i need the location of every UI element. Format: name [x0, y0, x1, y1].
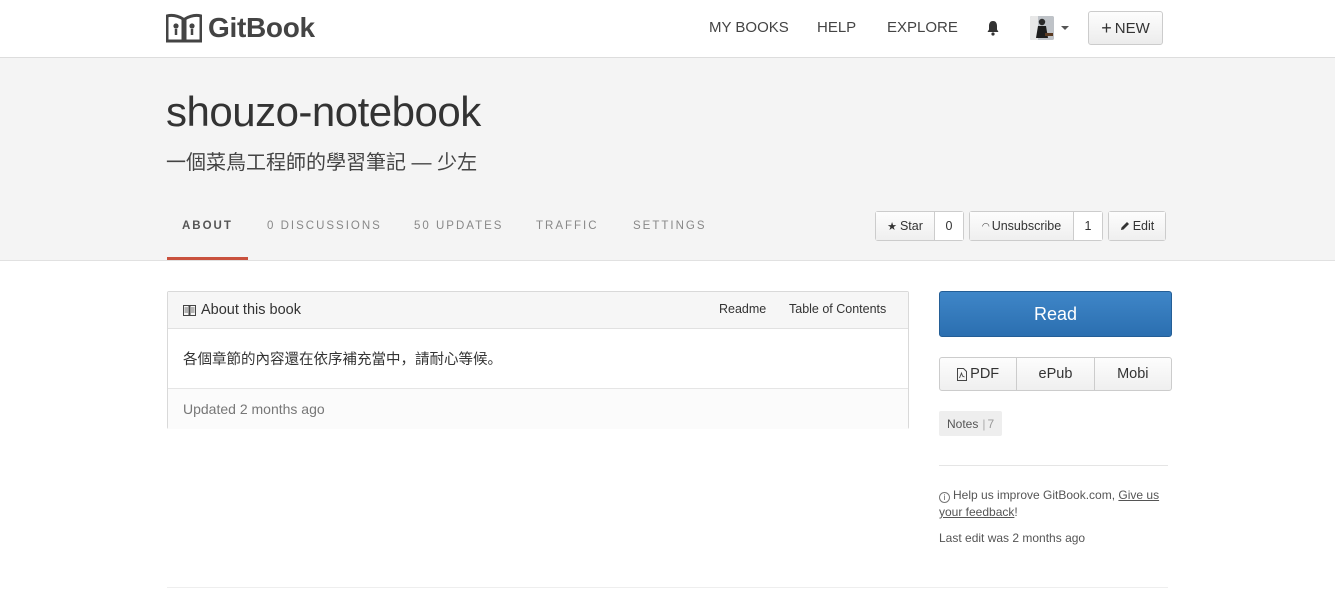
tab-about[interactable]: ABOUT: [182, 220, 233, 232]
about-panel-footer: Updated 2 months ago: [168, 388, 908, 429]
tab-settings[interactable]: SETTINGS: [633, 220, 707, 232]
star-icon: ★: [887, 220, 897, 233]
gitbook-logo-icon: [166, 13, 202, 43]
star-count[interactable]: 0: [935, 212, 963, 240]
updated-time: Updated 2 months ago: [183, 401, 325, 417]
about-title-text: About this book: [201, 302, 301, 318]
edit-button-group: Edit: [1108, 211, 1166, 241]
feedback-end: !: [1014, 505, 1018, 519]
bell-icon[interactable]: [986, 20, 1000, 36]
download-pdf-button[interactable]: PDF: [940, 358, 1018, 390]
tab-traffic[interactable]: TRAFFIC: [536, 220, 599, 232]
unsubscribe-count[interactable]: 1: [1074, 212, 1102, 240]
new-button-label: NEW: [1114, 19, 1150, 37]
edit-button[interactable]: Edit: [1109, 212, 1165, 240]
edit-label: Edit: [1132, 219, 1155, 233]
download-epub-button[interactable]: ePub: [1017, 358, 1095, 390]
pdf-label: PDF: [970, 366, 1000, 382]
star-label: Star: [899, 219, 923, 233]
nav-my-books[interactable]: MY BOOKS: [709, 19, 789, 36]
active-tab-indicator: [167, 257, 248, 260]
user-avatar[interactable]: [1030, 16, 1054, 40]
mobi-label: Mobi: [1117, 366, 1149, 382]
star-button[interactable]: ★ Star: [876, 212, 935, 240]
about-panel-title: About this book: [183, 302, 301, 318]
sidebar-divider: [939, 465, 1168, 466]
epub-label: ePub: [1038, 366, 1073, 382]
gitbook-logo[interactable]: GitBook: [166, 12, 315, 44]
book-title: shouzo-notebook: [166, 88, 481, 135]
chevron-down-icon[interactable]: [1061, 26, 1069, 30]
plus-icon: +: [1101, 18, 1112, 38]
about-book-panel: About this book Readme Table of Contents…: [167, 291, 909, 429]
footer-divider: [167, 587, 1168, 588]
info-icon: i: [939, 492, 950, 503]
notes-separator: |: [982, 416, 986, 431]
top-navbar: GitBook MY BOOKS HELP EXPLORE + NEW: [0, 0, 1335, 58]
read-button[interactable]: Read: [939, 291, 1172, 337]
notes-count: 7: [987, 416, 995, 431]
nav-explore[interactable]: EXPLORE: [887, 19, 958, 36]
book-subtitle: 一個菜鳥工程師的學習筆記 — 少左: [166, 152, 478, 174]
unsubscribe-button[interactable]: ◠ Unsubscribe: [970, 212, 1074, 240]
pdf-file-icon: [957, 367, 968, 381]
pencil-icon: [1120, 222, 1129, 230]
download-formats: PDF ePub Mobi: [939, 357, 1172, 391]
about-panel-header: About this book Readme Table of Contents: [168, 292, 908, 329]
book-open-icon: [183, 304, 196, 316]
feedback-note: i Help us improve GitBook.com, Give us yo…: [939, 487, 1171, 521]
book-description: 各個章節的內容還在依序補充當中，請耐心等候。: [183, 352, 502, 368]
notes-label: Notes: [947, 416, 979, 431]
notes-badge[interactable]: Notes | 7: [939, 411, 1003, 436]
nav-help[interactable]: HELP: [817, 19, 856, 36]
avatar-image: [1030, 16, 1054, 40]
table-of-contents-link[interactable]: Table of Contents: [789, 302, 886, 316]
rss-icon: ◠: [981, 220, 990, 231]
feedback-text: Help us improve GitBook.com,: [953, 488, 1116, 502]
last-edit-info: Last edit was 2 months ago: [939, 531, 1086, 545]
brand-name: GitBook: [208, 12, 315, 43]
unsubscribe-button-group: ◠ Unsubscribe 1: [969, 211, 1103, 241]
new-book-button[interactable]: + NEW: [1088, 11, 1163, 45]
readme-link[interactable]: Readme: [719, 302, 766, 316]
tab-updates[interactable]: 50 UPDATES: [414, 220, 503, 232]
unsubscribe-label: Unsubscribe: [991, 219, 1062, 233]
download-mobi-button[interactable]: Mobi: [1095, 358, 1171, 390]
star-button-group: ★ Star 0: [875, 211, 964, 241]
tab-discussions[interactable]: 0 DISCUSSIONS: [267, 220, 382, 232]
